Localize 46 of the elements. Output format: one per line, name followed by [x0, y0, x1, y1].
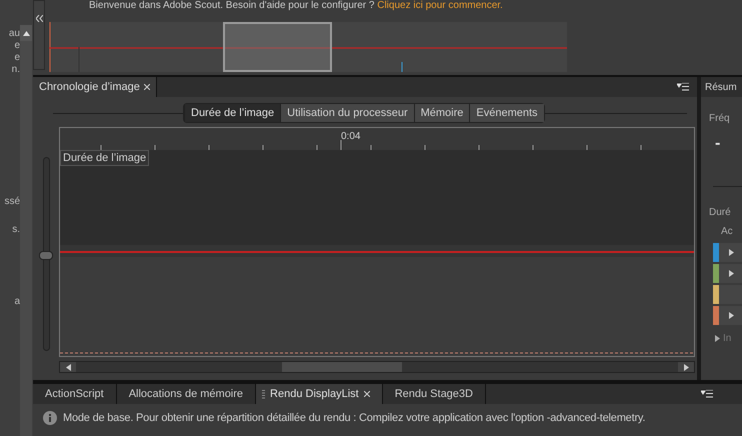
category-row[interactable]	[719, 264, 742, 283]
text-fragment: n.	[10, 64, 20, 76]
row-label: In	[723, 332, 732, 346]
close-icon[interactable]	[144, 84, 150, 90]
info-icon	[43, 411, 57, 425]
text-fragment: e	[13, 52, 20, 64]
view-tab[interactable]: Utilisation du processeur	[280, 104, 414, 122]
text-fragment: au	[8, 28, 20, 40]
expand-arrow-icon[interactable]	[715, 335, 720, 342]
panel-tab[interactable]: Rendu Stage3D	[382, 384, 486, 404]
welcome-message: Bienvenue dans Adobe Scout. Besoin d'aide pour le configurer ?	[89, 0, 374, 11]
double-chevron-icon[interactable]	[36, 15, 42, 22]
panel-menu-icon[interactable]	[677, 83, 689, 91]
column-header: Ac	[721, 225, 734, 239]
frequency-value: -	[715, 134, 722, 154]
category-row[interactable]	[719, 243, 742, 262]
slider-thumb[interactable]	[38, 251, 52, 260]
panel-menu-icon[interactable]	[701, 390, 713, 398]
category-row[interactable]	[719, 306, 742, 325]
expand-arrow-icon[interactable]	[729, 312, 734, 319]
panel-tab[interactable]: Allocations de mémoire	[116, 384, 256, 404]
grip-icon[interactable]	[262, 390, 266, 398]
text-fragment: a	[13, 296, 20, 308]
get-started-link[interactable]: Cliquez ici pour commencer.	[377, 0, 503, 11]
view-tab[interactable]: Mémoire	[414, 104, 470, 122]
expand-arrow-icon[interactable]	[729, 249, 734, 256]
panel-tab[interactable]: Rendu DisplayList	[256, 384, 383, 404]
chart-label: Durée de l’image	[60, 150, 150, 166]
scrollbar-thumb[interactable]	[282, 362, 402, 372]
text-fragment: ssé	[3, 196, 20, 208]
view-tab[interactable]: Evénements	[469, 104, 544, 122]
info-message: Mode de base. Pour obtenir une répartition détaillée du rendu : Compilez votre application avec l'option -advanced-telemetry.	[63, 410, 646, 426]
horizontal-scrollbar[interactable]	[59, 361, 695, 373]
text-fragment: e	[13, 40, 20, 52]
text-fragment: s.	[11, 224, 20, 236]
scrollbar[interactable]	[20, 25, 32, 436]
frequency-label: Fréq	[709, 112, 731, 126]
overview-timeline-drawing[interactable]	[49, 22, 569, 72]
collapse-button[interactable]	[33, 0, 45, 70]
expand-arrow-icon[interactable]	[729, 270, 734, 277]
panel-tab[interactable]: Chronologie d’image	[33, 77, 157, 97]
time-label: 0:04	[341, 130, 360, 144]
view-tab[interactable]: Durée de l’image	[184, 104, 280, 122]
frame-duration-chart[interactable]: Durée de l’image	[59, 150, 695, 357]
close-icon[interactable]	[364, 391, 370, 397]
duration-label: Duré	[709, 206, 732, 220]
